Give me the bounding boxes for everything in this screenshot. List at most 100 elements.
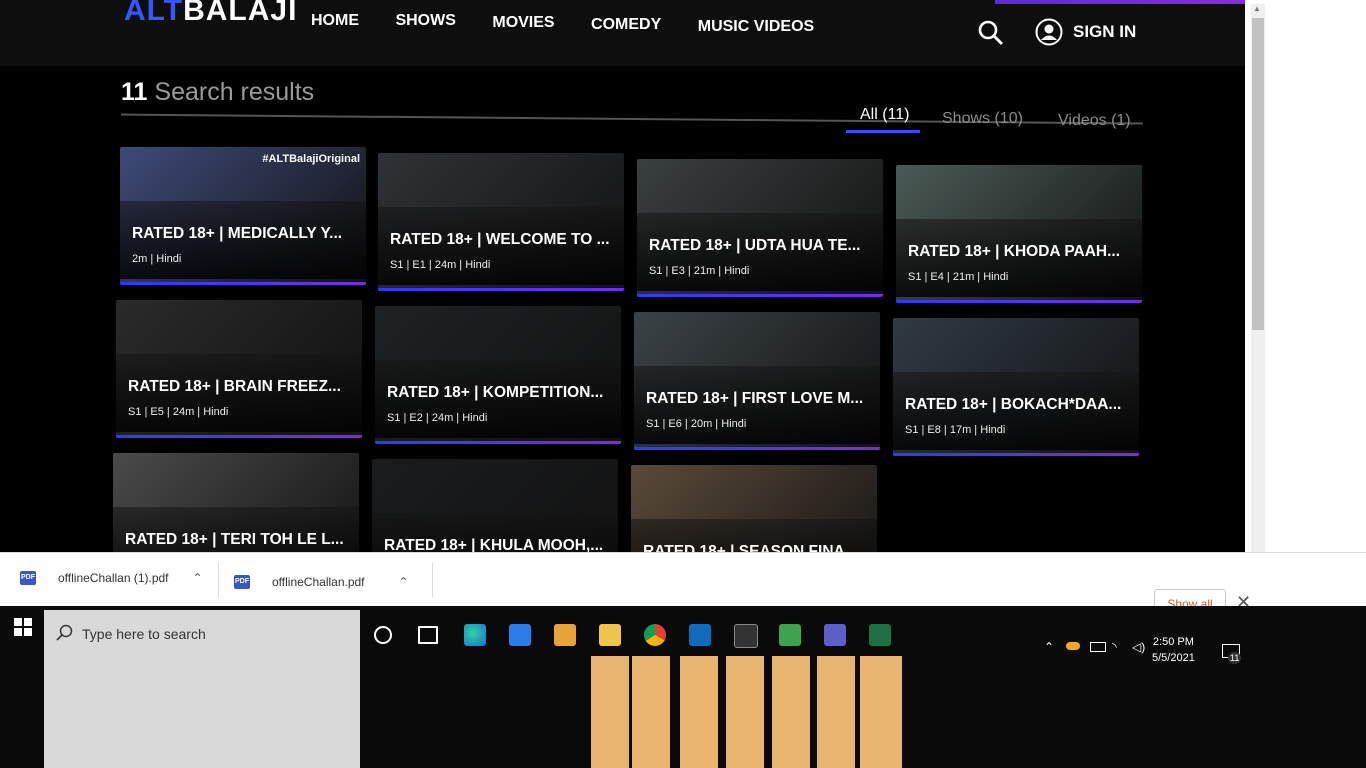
card-title: RATED 18+ | TERI TOH LE L... xyxy=(125,531,344,548)
windows-start-icon[interactable] xyxy=(14,618,32,636)
card-title: RATED 18+ | KHODA PAAH... xyxy=(908,243,1121,260)
card-meta: S1 | E2 | 24m | Hindi xyxy=(387,412,488,424)
card-title: RATED 18+ | SEASON FINA... xyxy=(643,543,858,552)
result-card[interactable]: RATED 18+ | KHULA MOOH,... xyxy=(372,459,618,552)
taskbar-search-box[interactable]: Type here to search xyxy=(44,610,360,768)
search-icon[interactable] xyxy=(978,20,1004,46)
logo-rest-text: BALAJI xyxy=(183,0,298,27)
page-scrollbar[interactable]: ▲ ▼ xyxy=(1245,0,1271,580)
sign-in-label: SIGN IN xyxy=(1073,22,1137,41)
search-icon xyxy=(56,624,73,641)
cortana-icon[interactable] xyxy=(374,626,392,644)
results-tabs: All (11) Shows (10) Videos (1) xyxy=(846,106,1144,136)
card-title: RATED 18+ | BOKACH*DAA... xyxy=(905,396,1122,413)
card-meta: S1 | E3 | 21m | Hindi xyxy=(649,265,750,277)
clock-date: 5/5/2021 xyxy=(1152,652,1195,664)
scroll-up-arrow-icon[interactable]: ▲ xyxy=(1253,4,1261,13)
download-filename: offlineChallan.pdf xyxy=(272,575,365,589)
card-title: RATED 18+ | UDTA HUA TE... xyxy=(649,237,861,254)
chevron-up-icon[interactable]: ⌃ xyxy=(399,575,409,589)
result-card[interactable]: RATED 18+ | BOKACH*DAA... S1 | E8 | 17m … xyxy=(893,318,1139,456)
nav-comedy[interactable]: COMEDY xyxy=(591,16,661,34)
altbalaji-logo[interactable]: ALTBALAJI xyxy=(124,0,297,28)
card-title: RATED 18+ | MEDICALLY Y... xyxy=(132,225,343,242)
card-progress-bar xyxy=(116,435,362,438)
result-card[interactable]: RATED 18+ | KOMPETITION... S1 | E2 | 24m… xyxy=(375,306,621,444)
taskbar-highlight xyxy=(860,656,902,768)
outlook-icon[interactable] xyxy=(689,624,711,646)
download-shelf: PDF offlineChallan (1).pdf ⌃ PDF offline… xyxy=(0,552,1366,619)
windows-taskbar: Type here to search ⌃ ◝ ◁) 2:50 PM 5/5/2… xyxy=(0,606,1366,768)
download-separator xyxy=(218,563,219,597)
mail-icon[interactable] xyxy=(554,624,576,646)
card-meta: S1 | E8 | 17m | Hindi xyxy=(905,424,1006,436)
result-card[interactable]: RATED 18+ | FIRST LOVE M... S1 | E6 | 20… xyxy=(634,312,880,450)
tab-shows[interactable]: Shows (10) xyxy=(942,110,1023,128)
teams-icon[interactable] xyxy=(824,624,846,646)
file-explorer-icon[interactable] xyxy=(599,624,621,646)
results-count: 11 xyxy=(121,78,148,106)
card-tag: #ALTBalajiOriginal xyxy=(262,153,360,165)
download-filename: offlineChallan (1).pdf xyxy=(58,571,169,585)
taskbar-clock[interactable]: 2:50 PM 5/5/2021 xyxy=(1152,634,1195,666)
wifi-icon[interactable]: ◝ xyxy=(1112,640,1117,654)
tab-all[interactable]: All (11) xyxy=(860,106,910,124)
nav-music-videos[interactable]: MUSIC VIDEOS xyxy=(698,18,814,36)
excel-icon[interactable] xyxy=(869,624,891,646)
card-meta: 2m | Hindi xyxy=(132,253,182,265)
card-title: RATED 18+ | BRAIN FREEZ... xyxy=(128,378,341,395)
nav-movies[interactable]: MOVIES xyxy=(492,14,554,32)
volume-icon[interactable]: ◁) xyxy=(1132,640,1145,654)
user-icon xyxy=(1035,18,1063,46)
result-card[interactable]: RATED 18+ | UDTA HUA TE... S1 | E3 | 21m… xyxy=(637,159,883,297)
edge-icon[interactable] xyxy=(464,624,486,646)
project-icon[interactable] xyxy=(779,624,801,646)
blank-area xyxy=(1271,0,1366,580)
card-progress-bar xyxy=(637,294,883,297)
card-meta: S1 | E1 | 24m | Hindi xyxy=(390,259,491,271)
card-progress-bar xyxy=(120,282,366,285)
download-separator xyxy=(432,563,433,597)
card-progress-bar xyxy=(893,453,1139,456)
battery-icon[interactable] xyxy=(1090,642,1106,652)
result-card[interactable]: RATED 18+ | WELCOME TO ... S1 | E1 | 24m… xyxy=(378,153,624,291)
card-title: RATED 18+ | FIRST LOVE M... xyxy=(646,390,864,407)
nav-home[interactable]: HOME xyxy=(311,12,359,30)
card-progress-bar xyxy=(378,288,624,291)
store-icon[interactable] xyxy=(509,624,531,646)
active-tab-indicator xyxy=(846,130,920,133)
card-title: RATED 18+ | KHULA MOOH,... xyxy=(384,537,604,552)
chrome-icon[interactable] xyxy=(644,624,666,646)
clock-time: 2:50 PM xyxy=(1152,636,1194,648)
card-title: RATED 18+ | WELCOME TO ... xyxy=(390,231,610,248)
result-card[interactable]: #ALTBalajiOriginal RATED 18+ | MEDICALLY… xyxy=(120,147,366,285)
task-view-icon[interactable] xyxy=(418,626,438,644)
nav-shows[interactable]: SHOWS xyxy=(395,12,455,30)
tab-videos[interactable]: Videos (1) xyxy=(1058,112,1131,130)
onedrive-icon[interactable] xyxy=(1066,642,1080,650)
taskbar-highlight xyxy=(680,656,718,768)
download-item[interactable]: PDF offlineChallan (1).pdf ⌃ xyxy=(20,571,203,585)
taskbar-search-placeholder: Type here to search xyxy=(82,626,206,642)
result-card[interactable]: RATED 18+ | KHODA PAAH... S1 | E4 | 21m … xyxy=(896,165,1142,303)
chevron-up-icon[interactable]: ⌃ xyxy=(193,571,203,585)
card-meta: S1 | E4 | 21m | Hindi xyxy=(908,271,1009,283)
taskbar-highlight xyxy=(772,656,810,768)
sign-in-button[interactable]: SIGN IN xyxy=(1035,18,1136,46)
card-progress-bar xyxy=(375,441,621,444)
terminal-icon[interactable] xyxy=(734,624,758,648)
download-item[interactable]: PDF offlineChallan.pdf ⌃ xyxy=(234,575,409,589)
results-heading: 11 Search results xyxy=(121,78,314,107)
pdf-icon: PDF xyxy=(20,571,36,585)
result-card[interactable]: RATED 18+ | BRAIN FREEZ... S1 | E5 | 24m… xyxy=(116,300,362,438)
chevron-up-icon[interactable]: ⌃ xyxy=(1044,640,1054,654)
result-card[interactable]: RATED 18+ | TERI TOH LE L... xyxy=(113,453,359,552)
taskbar-highlight xyxy=(726,656,764,768)
result-card[interactable]: RATED 18+ | SEASON FINA... xyxy=(631,465,877,552)
card-title: RATED 18+ | KOMPETITION... xyxy=(387,384,604,401)
taskbar-highlight xyxy=(817,656,855,768)
scrollbar-thumb[interactable] xyxy=(1252,18,1264,330)
header-accent-line xyxy=(995,0,1256,4)
website-viewport: ALTBALAJI HOME SHOWS MOVIES COMEDY MUSIC… xyxy=(0,0,1256,552)
notification-count-badge: 11 xyxy=(1228,652,1242,664)
